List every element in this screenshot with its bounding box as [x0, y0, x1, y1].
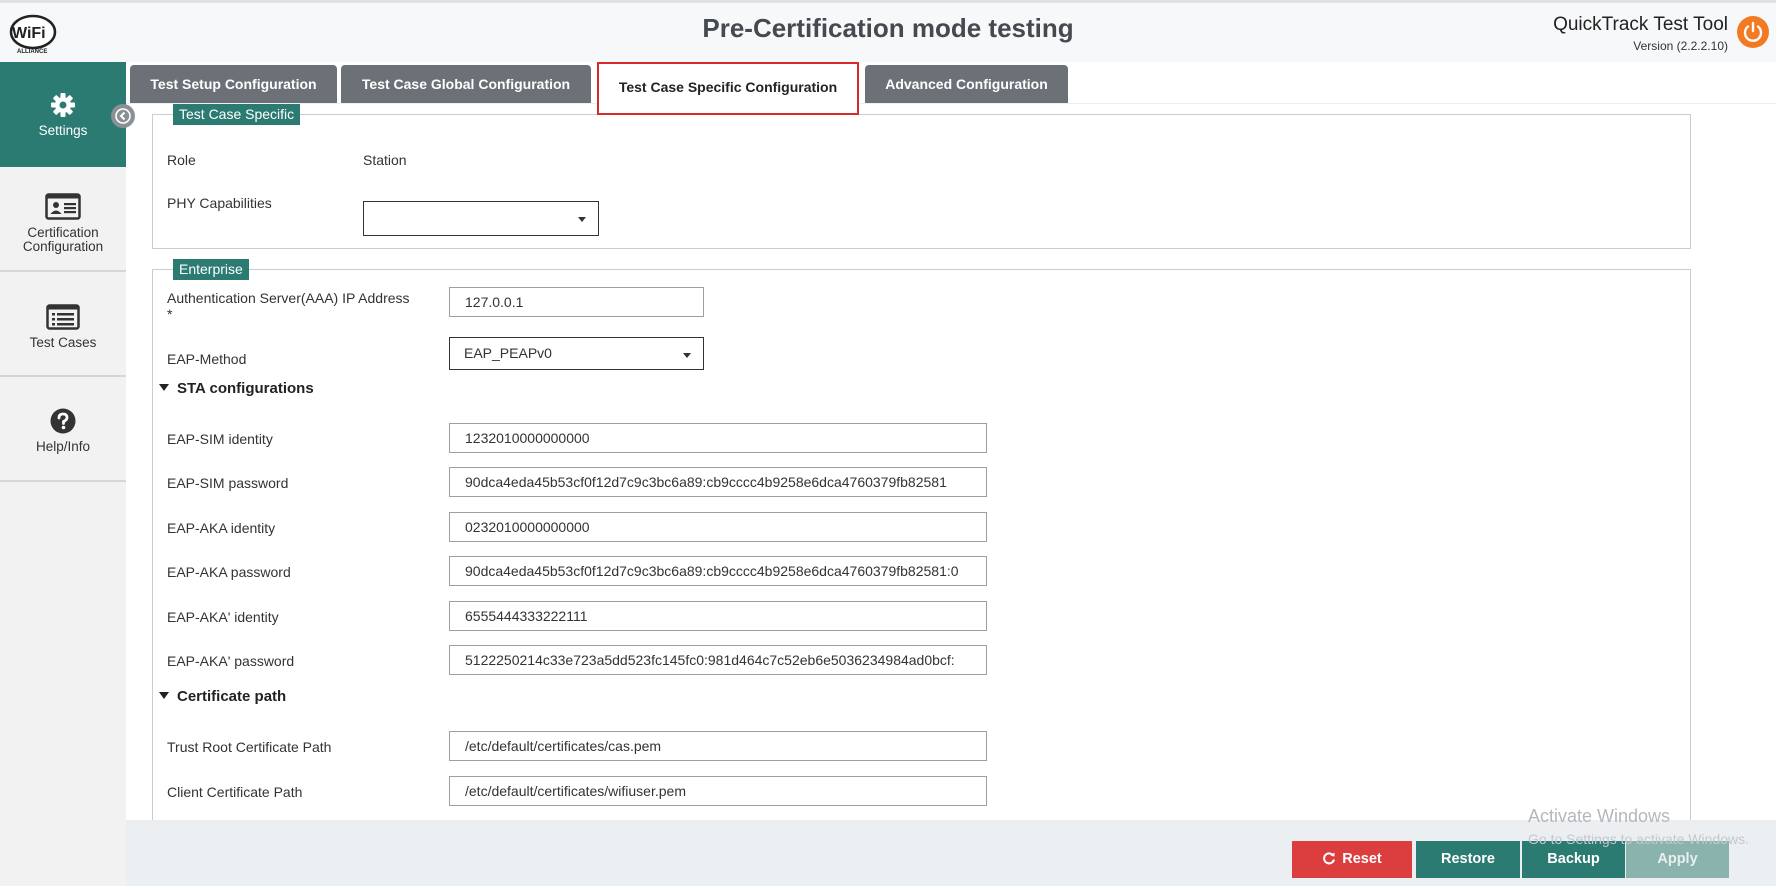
- certificate-path-toggle[interactable]: Certificate path: [159, 688, 286, 705]
- tab-bar: Test Setup Configuration Test Case Globa…: [126, 62, 1776, 115]
- caret-down-icon: [159, 384, 169, 391]
- reset-label: Reset: [1342, 851, 1382, 867]
- sidebar-item-settings[interactable]: Settings: [0, 62, 126, 167]
- sidebar-item-label: Test Cases: [29, 335, 97, 350]
- eap-aka-identity-input[interactable]: [449, 512, 987, 542]
- eap-method-label: EAP-Method: [167, 351, 247, 367]
- phy-capabilities-select[interactable]: [363, 201, 599, 236]
- eap-aka-prime-password-input[interactable]: [449, 645, 987, 675]
- trust-root-certificate-input[interactable]: [449, 731, 987, 761]
- list-icon: [46, 304, 80, 330]
- sidebar-item-label: Settings: [38, 123, 88, 138]
- sidebar: Settings Certification Configuration Tes…: [0, 62, 126, 886]
- tab-advanced-configuration[interactable]: Advanced Configuration: [865, 65, 1068, 103]
- gear-icon: [51, 93, 75, 117]
- tab-test-setup-configuration[interactable]: Test Setup Configuration: [130, 65, 337, 103]
- sidebar-item-label: Certification Configuration: [22, 225, 104, 254]
- trust-root-certificate-label: Trust Root Certificate Path: [167, 739, 332, 755]
- client-certificate-input[interactable]: [449, 776, 987, 806]
- eap-aka-identity-label: EAP-AKA identity: [167, 520, 276, 536]
- section-title: Certificate path: [177, 688, 287, 705]
- collapse-sidebar-button[interactable]: [111, 104, 135, 128]
- sidebar-item-label: Help/Info: [35, 439, 91, 454]
- id-card-icon: [45, 193, 81, 220]
- enterprise-group: Enterprise Authentication Server(AAA) IP…: [152, 259, 1691, 820]
- tab-test-case-global-configuration[interactable]: Test Case Global Configuration: [341, 65, 591, 103]
- sta-configurations-toggle[interactable]: STA configurations: [159, 380, 314, 397]
- required-marker: *: [167, 306, 173, 322]
- eap-method-value: EAP_PEAPv0: [464, 345, 552, 361]
- page-title: Pre-Certification mode testing: [702, 13, 1074, 43]
- eap-sim-identity-input[interactable]: [449, 423, 987, 453]
- sidebar-item-test-cases[interactable]: Test Cases: [0, 272, 126, 377]
- test-case-specific-group: Test Case Specific Role Station PHY Capa…: [152, 104, 1691, 249]
- activate-windows-subtext: Go to Settings to activate Windows.: [1528, 831, 1749, 847]
- power-icon: [1743, 21, 1763, 42]
- reset-button[interactable]: Reset: [1292, 841, 1412, 878]
- caret-down-icon: [159, 692, 169, 699]
- app-header: WiFi ALLIANCE Pre-Certification mode tes…: [0, 0, 1776, 62]
- eap-aka-password-label: EAP-AKA password: [167, 564, 291, 580]
- footer-actions: Reset Restore Backup Apply: [126, 820, 1776, 886]
- activate-windows-watermark: Activate Windows: [1528, 806, 1671, 826]
- svg-text:ALLIANCE: ALLIANCE: [17, 49, 47, 55]
- refresh-icon: [1323, 852, 1336, 865]
- eap-aka-prime-identity-input[interactable]: [449, 601, 987, 631]
- group-legend: Enterprise: [173, 259, 249, 280]
- chevron-down-icon: [578, 217, 586, 222]
- group-legend: Test Case Specific: [173, 104, 301, 125]
- eap-aka-prime-password-label: EAP-AKA' password: [167, 653, 295, 669]
- main-content: Test Case Specific Role Station PHY Capa…: [126, 104, 1776, 820]
- sidebar-item-certification-configuration[interactable]: Certification Configuration: [0, 167, 126, 272]
- role-value: Station: [363, 152, 407, 168]
- phy-capabilities-label: PHY Capabilities: [167, 195, 272, 211]
- eap-method-select[interactable]: EAP_PEAPv0: [449, 337, 704, 370]
- question-icon: [50, 408, 76, 434]
- aaa-ip-input[interactable]: [449, 287, 704, 317]
- eap-sim-password-label: EAP-SIM password: [167, 475, 289, 491]
- restore-button[interactable]: Restore: [1416, 841, 1520, 878]
- eap-sim-password-input[interactable]: [449, 467, 987, 497]
- app-version: Version (2.2.2.10): [1633, 39, 1728, 53]
- aaa-ip-label: Authentication Server(AAA) IP Address: [167, 290, 410, 306]
- client-certificate-label: Client Certificate Path: [167, 784, 303, 800]
- role-label: Role: [167, 152, 196, 168]
- app-name: QuickTrack Test Tool: [1553, 14, 1728, 35]
- section-title: STA configurations: [177, 380, 314, 397]
- eap-aka-password-input[interactable]: [449, 556, 987, 586]
- eap-aka-prime-identity-label: EAP-AKA' identity: [167, 609, 279, 625]
- chevron-left-icon: [115, 108, 131, 124]
- sidebar-item-help-info[interactable]: Help/Info: [0, 377, 126, 482]
- tab-test-case-specific-configuration[interactable]: Test Case Specific Configuration: [597, 62, 859, 115]
- eap-sim-identity-label: EAP-SIM identity: [167, 431, 273, 447]
- chevron-down-icon: [683, 353, 691, 358]
- power-button[interactable]: [1737, 16, 1769, 48]
